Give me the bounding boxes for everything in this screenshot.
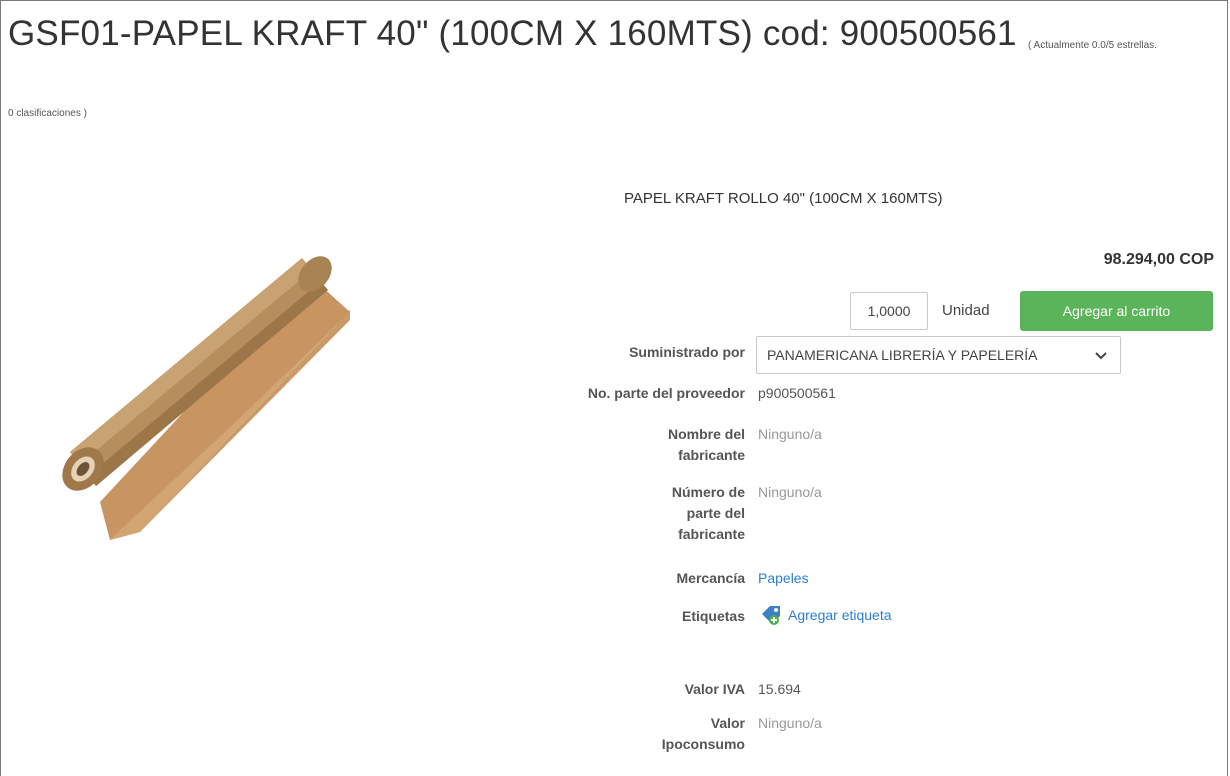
product-description: PAPEL KRAFT ROLLO 40" (100CM X 160MTS) (624, 190, 943, 207)
product-price: 98.294,00 COP (1103, 251, 1214, 268)
page-title: GSF01-PAPEL KRAFT 40" (100CM X 160MTS) c… (8, 14, 1017, 53)
rating-count: 0 clasificaciones ) (8, 108, 87, 119)
mfr-part-label: Número de parte del fabricante (600, 482, 745, 545)
manufacturer-value: Ninguno/a (758, 426, 822, 442)
mfr-part-label-line2: parte del (686, 505, 745, 521)
rating-summary: ( Actualmente 0.0/5 estrellas. (1028, 40, 1157, 51)
supplier-part-value: p900500561 (758, 385, 836, 401)
ipoconsumo-label-line1: Valor (710, 715, 745, 731)
manufacturer-label: Nombre del fabricante (600, 424, 745, 466)
ipoconsumo-label: Valor Ipoconsumo (600, 713, 745, 755)
quantity-input[interactable] (850, 292, 928, 330)
mfr-part-value: Ninguno/a (758, 484, 822, 500)
add-tag-icon (760, 604, 782, 626)
manufacturer-label-line1: Nombre del (667, 426, 745, 442)
supplier-select-value: PANAMERICANA LIBRERÍA Y PAPELERÍA (767, 347, 1038, 363)
add-tag-link[interactable]: Agregar etiqueta (760, 604, 892, 626)
iva-value: 15.694 (758, 681, 801, 697)
unit-label: Unidad (942, 302, 990, 319)
mfr-part-label-line1: Número de (671, 484, 745, 500)
supplier-part-label: No. parte del proveedor (587, 385, 745, 401)
commodity-link[interactable]: Papeles (758, 568, 809, 589)
ipoconsumo-label-line2: Ipoconsumo (661, 736, 745, 752)
kraft-roll-icon (62, 256, 350, 540)
iva-label: Valor IVA (684, 681, 745, 697)
ipoconsumo-value: Ninguno/a (758, 715, 822, 731)
add-to-cart-button[interactable]: Agregar al carrito (1020, 291, 1213, 331)
manufacturer-label-line2: fabricante (678, 447, 745, 463)
mfr-part-label-line3: fabricante (678, 526, 745, 542)
supplier-label: Suministrado por (629, 344, 745, 360)
add-tag-label: Agregar etiqueta (788, 607, 892, 623)
supplier-select[interactable]: PANAMERICANA LIBRERÍA Y PAPELERÍA (756, 336, 1121, 374)
product-image (40, 240, 360, 540)
tags-label: Etiquetas (681, 608, 745, 624)
chevron-down-icon (1092, 346, 1110, 364)
commodity-label: Mercancía (676, 570, 745, 586)
